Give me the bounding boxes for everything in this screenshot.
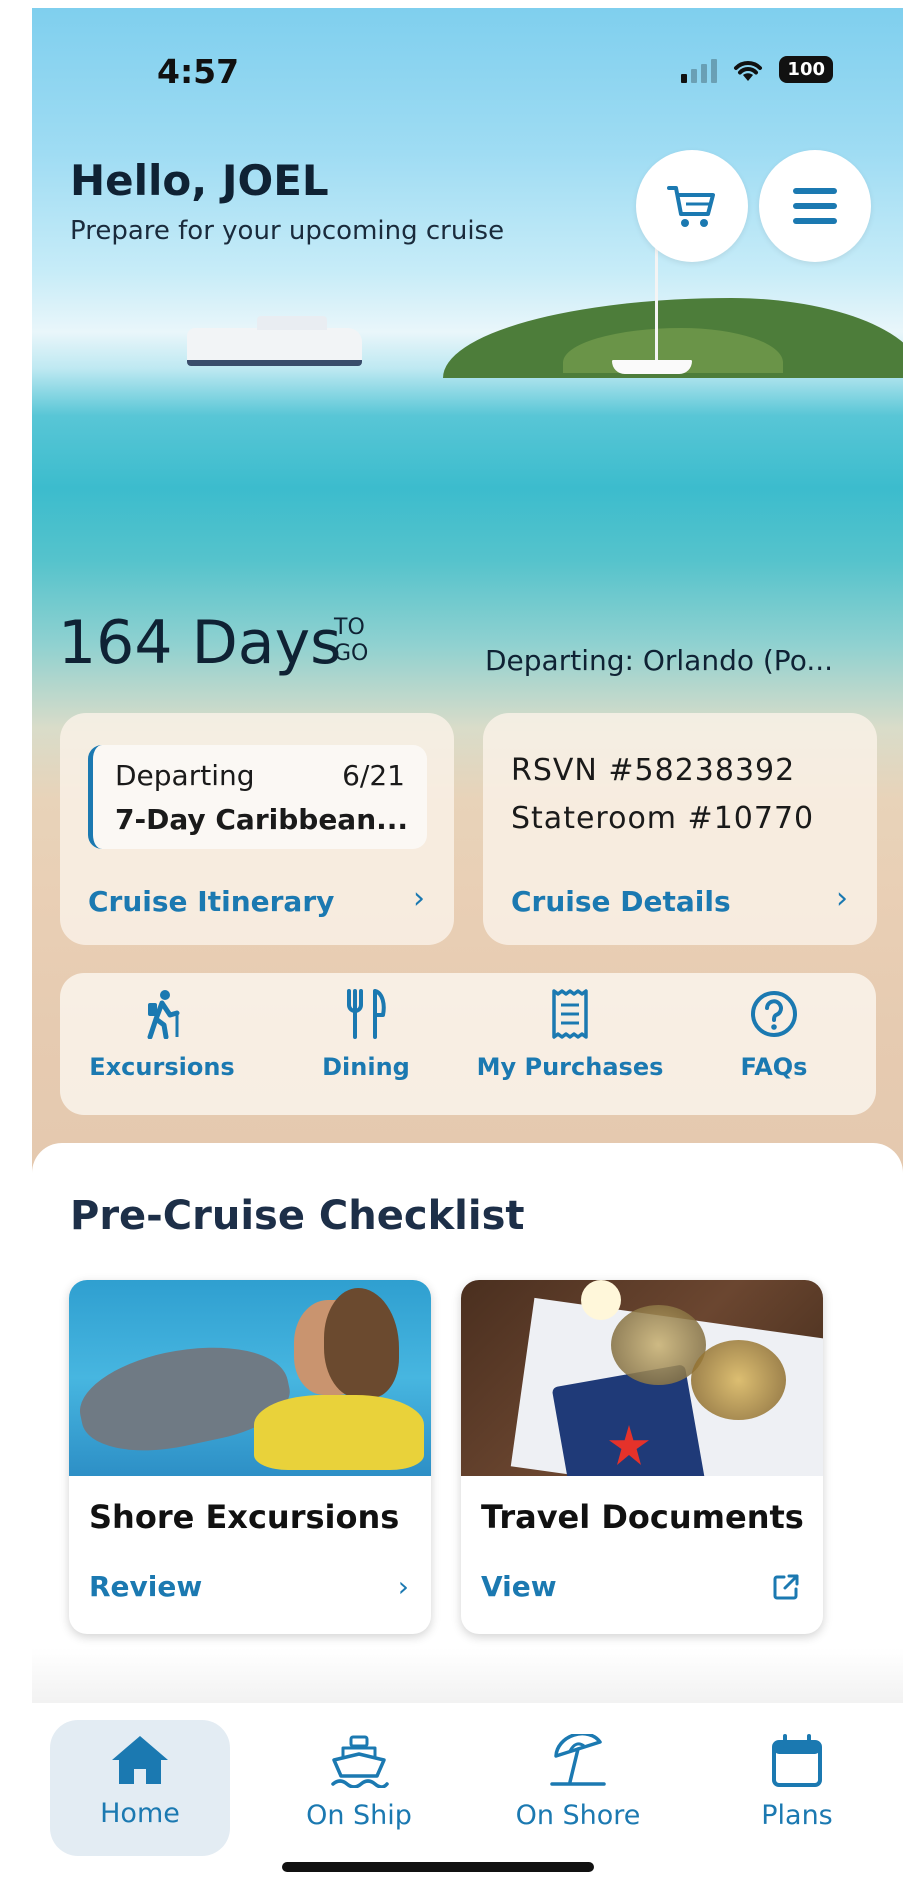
receipt-icon — [552, 989, 588, 1039]
battery-icon: 100 — [779, 56, 833, 83]
quick-action-faqs[interactable]: FAQs — [672, 973, 876, 1115]
reservation-info: RSVN #58238392 Stateroom #10770 — [511, 747, 814, 843]
stateroom-number: Stateroom #10770 — [511, 801, 815, 836]
tab-plans[interactable]: Plans — [707, 1720, 887, 1856]
card-title: Shore Excursions — [89, 1498, 400, 1536]
home-icon — [112, 1736, 168, 1784]
chevron-right-icon: › — [413, 881, 425, 916]
travel-documents-image — [461, 1280, 823, 1476]
cruise-itinerary-card[interactable]: Departing 6/21 7-Day Caribbean... Cruise… — [60, 713, 454, 945]
dolphin-kiss-image — [69, 1280, 431, 1476]
view-link[interactable]: View — [481, 1570, 557, 1603]
card-title: Travel Documents — [481, 1498, 804, 1536]
quick-action-label: Excursions — [89, 1053, 235, 1081]
quick-action-dining[interactable]: Dining — [264, 973, 468, 1115]
menu-button[interactable] — [759, 150, 871, 262]
scroll-fade — [32, 1648, 903, 1703]
quick-action-label: FAQs — [740, 1053, 808, 1081]
departing-date: 6/21 — [342, 759, 405, 792]
tab-on-ship[interactable]: On Ship — [269, 1720, 449, 1856]
days-countdown: 164 Days — [58, 608, 342, 678]
departing-port: Departing: Orlando (Po... — [485, 644, 834, 677]
cruise-details-link[interactable]: Cruise Details — [511, 885, 731, 918]
tab-label: Home — [100, 1798, 180, 1829]
quick-action-label: Dining — [322, 1053, 410, 1081]
bottom-tab-bar: Home On Ship On Shore Plans — [32, 1703, 903, 1881]
greeting-subtitle: Prepare for your upcoming cruise — [70, 216, 505, 246]
quick-action-label: My Purchases — [476, 1053, 664, 1081]
hamburger-menu-icon — [793, 188, 837, 224]
calendar-icon — [772, 1734, 822, 1787]
cart-button[interactable] — [636, 150, 748, 262]
travel-documents-card[interactable]: Travel Documents View — [461, 1280, 823, 1634]
cruise-name: 7-Day Caribbean... — [115, 803, 409, 836]
tab-label: On Ship — [306, 1800, 412, 1831]
review-link[interactable]: Review — [89, 1570, 202, 1603]
section-title: Pre-Cruise Checklist — [70, 1193, 525, 1239]
tab-home[interactable]: Home — [50, 1720, 230, 1856]
quick-action-excursions[interactable]: Excursions — [60, 973, 264, 1115]
to-go-label: TO GO — [334, 615, 368, 667]
home-indicator — [282, 1862, 594, 1872]
sailboat-mast — [655, 248, 658, 363]
beach-umbrella-icon — [550, 1734, 606, 1786]
ship-icon — [331, 1735, 389, 1788]
shore-excursions-card[interactable]: Shore Excursions Review › — [69, 1280, 431, 1634]
external-link-icon — [773, 1574, 799, 1600]
pre-cruise-checklist-section: Pre-Cruise Checklist Shore Excursions Re… — [32, 1143, 903, 1703]
hiker-icon — [147, 990, 180, 1039]
tab-label: On Shore — [515, 1800, 641, 1831]
reservation-number: RSVN #58238392 — [511, 753, 796, 788]
question-circle-icon — [751, 991, 797, 1037]
tab-on-shore[interactable]: On Shore — [488, 1720, 668, 1856]
cellular-signal-icon — [681, 57, 718, 83]
cruise-details-card[interactable]: RSVN #58238392 Stateroom #10770 Cruise D… — [483, 713, 877, 945]
status-icons: 100 — [681, 56, 833, 83]
cart-icon — [667, 186, 715, 227]
go-label: GO — [334, 641, 369, 666]
quick-actions: Excursions Dining My Purchases FAQs — [60, 973, 876, 1115]
itinerary-summary: Departing 6/21 7-Day Caribbean... — [88, 745, 427, 849]
chevron-right-icon: › — [836, 881, 848, 916]
tab-label: Plans — [761, 1800, 833, 1831]
cruise-itinerary-link[interactable]: Cruise Itinerary — [88, 885, 334, 918]
status-time: 4:57 — [157, 52, 240, 91]
to-label: TO — [334, 615, 365, 640]
quick-action-my-purchases[interactable]: My Purchases — [468, 973, 672, 1115]
app-screen: 4:57 100 Hello, JOEL Prepare for your up… — [32, 8, 903, 1881]
wifi-icon — [734, 60, 763, 81]
sailboat-image — [612, 360, 692, 374]
fork-knife-icon — [347, 989, 386, 1039]
chevron-right-icon: › — [397, 1570, 409, 1603]
cruise-ship-image — [187, 316, 362, 366]
greeting-title: Hello, JOEL — [70, 156, 329, 205]
